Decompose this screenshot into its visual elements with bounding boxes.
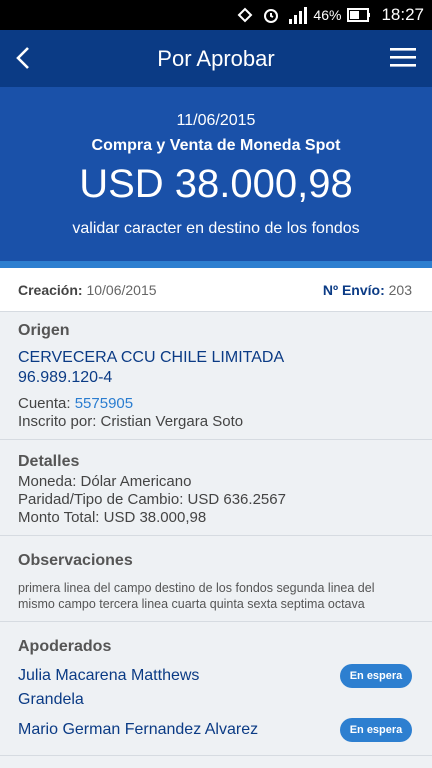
alarm-icon <box>264 9 279 23</box>
proxies-heading: Apoderados <box>18 638 112 655</box>
signal-icon <box>289 7 308 24</box>
proxy-name-1-line-2: Grandela <box>18 691 84 708</box>
proxies-section: Apoderados Julia Macarena Matthews Grand… <box>0 622 432 756</box>
account-number-link[interactable]: 5575905 <box>75 395 133 412</box>
registered-by: Inscrito por: Cristian Vergara Soto <box>18 413 244 430</box>
app-bar: Por Aprobar <box>0 30 432 87</box>
creation-meta: Creación: 10/06/2015 Nº Envío: 203 <box>0 268 432 312</box>
proxy-status-badge-1: En espera <box>340 664 412 688</box>
funds-destination: validar caracter en destino de los fondo… <box>72 220 360 237</box>
account-label: Cuenta: <box>18 395 71 412</box>
page-title: Por Aprobar <box>157 46 275 71</box>
status-icons: 46% 18:27 <box>235 0 424 30</box>
origin-section: Origen CERVECERA CCU CHILE LIMITADA 96.9… <box>0 312 432 440</box>
battery-percent: 46% <box>313 7 342 23</box>
details-section: Detalles Moneda: Dólar Americano Paridad… <box>0 440 432 536</box>
hamburger-menu-icon[interactable] <box>390 45 416 69</box>
origin-company: CERVECERA CCU CHILE LIMITADA <box>18 349 285 366</box>
origin-heading: Origen <box>18 322 70 339</box>
rotation-icon <box>238 7 253 23</box>
details-heading: Detalles <box>18 453 80 470</box>
proxy-name-2: Mario German Fernandez Alvarez <box>18 721 259 738</box>
observations-line-1: primera linea del campo destino de los f… <box>18 581 375 595</box>
observations-heading: Observaciones <box>18 552 133 569</box>
total-detail: Monto Total: USD 38.000,98 <box>18 509 207 526</box>
creation-date: 10/06/2015 <box>86 282 157 298</box>
proxy-name-1-line-1: Julia Macarena Matthews <box>18 667 200 684</box>
status-bar: 46% 18:27 <box>0 0 432 30</box>
origin-account: Cuenta: 5575905 <box>18 395 133 412</box>
operation-type: Compra y Venta de Moneda Spot <box>91 137 341 154</box>
operation-summary: 11/06/2015 Compra y Venta de Moneda Spot… <box>0 87 432 261</box>
shipment-info: Nº Envío: 203 <box>323 282 412 298</box>
parity-detail: Paridad/Tipo de Cambio: USD 636.2567 <box>18 491 286 508</box>
currency-detail: Moneda: Dólar Americano <box>18 473 192 490</box>
origin-rut: 96.989.120-4 <box>18 369 113 386</box>
operation-amount: USD 38.000,98 <box>79 162 353 206</box>
clock: 18:27 <box>381 5 424 24</box>
observations-section: Observaciones primera linea del campo de… <box>0 536 432 622</box>
creation-label: Creación: <box>18 282 83 298</box>
observations-line-2: mismo campo tercera linea cuarta quinta … <box>18 597 365 611</box>
proxy-status-badge-2: En espera <box>340 718 412 742</box>
operation-date: 11/06/2015 <box>176 112 256 129</box>
hero-accent-bar <box>0 261 432 268</box>
creation-info: Creación: 10/06/2015 <box>18 282 157 298</box>
shipment-number: 203 <box>388 282 412 298</box>
shipment-label: Nº Envío: <box>322 282 385 298</box>
battery-icon <box>347 8 371 22</box>
